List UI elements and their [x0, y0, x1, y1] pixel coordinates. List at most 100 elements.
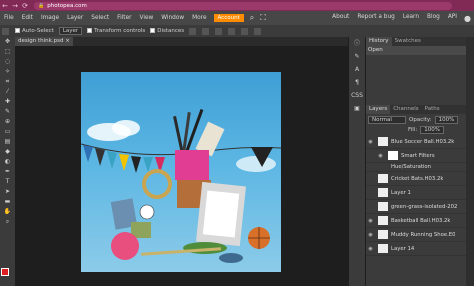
- visibility-icon[interactable]: ◉: [366, 218, 375, 224]
- blur-tool-icon[interactable]: ◆: [0, 147, 15, 157]
- menu-right-links: About Report a bug Learn Blog API ●: [328, 14, 474, 23]
- visibility-icon[interactable]: ◉: [366, 246, 375, 252]
- panel-scrollbar[interactable]: [466, 37, 474, 286]
- document-canvas[interactable]: [81, 72, 281, 272]
- paragraph-icon[interactable]: ¶: [349, 76, 365, 89]
- transform-controls-checkbox[interactable]: [87, 28, 93, 33]
- layer-thumbnail: [378, 174, 388, 183]
- eyedropper-tool-icon[interactable]: ⁄: [0, 87, 15, 97]
- reload-icon[interactable]: ⟳: [20, 2, 30, 10]
- layer-thumbnail: [378, 230, 388, 239]
- menu-image[interactable]: Image: [37, 15, 63, 21]
- eraser-tool-icon[interactable]: ▭: [0, 127, 15, 137]
- distances-option[interactable]: Distances: [150, 28, 184, 34]
- layer-name: Blue Soccer Ball.H03.2k: [391, 138, 455, 145]
- menu-file[interactable]: File: [0, 15, 18, 21]
- link-about[interactable]: About: [328, 14, 353, 23]
- gradient-tool-icon[interactable]: ▤: [0, 137, 15, 147]
- link-blog[interactable]: Blog: [423, 14, 444, 23]
- visibility-icon[interactable]: ◉: [376, 153, 385, 159]
- address-bar[interactable]: 🔒 photopea.com: [34, 1, 452, 10]
- opacity-input[interactable]: 100%: [434, 115, 459, 124]
- path-select-tool-icon[interactable]: ➤: [0, 187, 15, 197]
- shape-tool-icon[interactable]: ▬: [0, 197, 15, 207]
- url-text: photopea.com: [47, 2, 87, 9]
- brush-tool-icon[interactable]: ✎: [0, 107, 15, 117]
- lasso-tool-icon[interactable]: ◌: [0, 57, 15, 67]
- tab-channels[interactable]: Channels: [390, 105, 421, 114]
- visibility-icon[interactable]: ◉: [366, 139, 375, 145]
- menu-edit[interactable]: Edit: [18, 15, 37, 21]
- visibility-icon[interactable]: ◉: [366, 232, 375, 238]
- menu-filter[interactable]: Filter: [113, 15, 135, 21]
- link-learn[interactable]: Learn: [399, 14, 423, 23]
- magic-wand-tool-icon[interactable]: ✧: [0, 67, 15, 77]
- align-top-icon[interactable]: [228, 27, 236, 35]
- menu-more[interactable]: More: [188, 15, 210, 21]
- pen-tool-icon[interactable]: ✒: [0, 167, 15, 177]
- close-icon[interactable]: ×: [65, 38, 70, 44]
- tab-layers[interactable]: Layers: [366, 105, 391, 114]
- transform-controls-option[interactable]: Transform controls: [87, 28, 145, 34]
- cloud-shape: [236, 156, 276, 172]
- hand-tool-icon[interactable]: ✋: [0, 207, 15, 217]
- layer-row[interactable]: ◉ Smart Filters: [366, 149, 466, 163]
- document-tab[interactable]: design think.psd ×: [15, 37, 73, 46]
- align-center-icon[interactable]: [202, 27, 210, 35]
- layer-row[interactable]: Hue/Saturation: [366, 163, 466, 172]
- layer-row[interactable]: ◉ Layer 14: [366, 242, 466, 256]
- type-tool-icon[interactable]: T: [0, 177, 15, 187]
- zoom-tool-icon[interactable]: ⌕: [0, 217, 15, 227]
- fullscreen-icon[interactable]: ⛶: [260, 13, 266, 23]
- menu-layer[interactable]: Layer: [63, 15, 87, 21]
- distances-checkbox[interactable]: [150, 28, 156, 33]
- clone-tool-icon[interactable]: ⊕: [0, 117, 15, 127]
- align-right-icon[interactable]: [215, 27, 223, 35]
- history-panel-tabs: History Swatches: [366, 37, 466, 46]
- healing-tool-icon[interactable]: ✚: [0, 97, 15, 107]
- link-report-bug[interactable]: Report a bug: [353, 14, 399, 23]
- menu-select[interactable]: Select: [87, 15, 113, 21]
- opacity-label: Opacity:: [409, 116, 432, 123]
- tab-paths[interactable]: Paths: [422, 105, 443, 114]
- blend-mode-dropdown[interactable]: Normal: [368, 115, 406, 124]
- layer-row[interactable]: ◉ Blue Soccer Ball.H03.2k: [366, 135, 466, 149]
- link-api[interactable]: API: [444, 14, 461, 23]
- tab-history[interactable]: History: [366, 37, 392, 46]
- brush-settings-icon[interactable]: ✎: [349, 50, 365, 63]
- bunting-flag: [95, 148, 105, 166]
- history-panel-body: [366, 55, 466, 105]
- forward-icon[interactable]: →: [10, 2, 20, 10]
- auto-select-option[interactable]: Auto-Select: [15, 28, 54, 34]
- menu-view[interactable]: View: [136, 15, 158, 21]
- css-icon[interactable]: CSS: [349, 89, 365, 102]
- align-middle-icon[interactable]: [241, 27, 249, 35]
- crop-tool-icon[interactable]: ⌗: [0, 77, 15, 87]
- menu-window[interactable]: Window: [157, 15, 188, 21]
- fill-input[interactable]: 100%: [420, 126, 444, 134]
- layer-name: Basketball Ball.H03.2k: [391, 217, 451, 224]
- image-icon[interactable]: ▣: [349, 102, 365, 115]
- layer-row[interactable]: ◉ Basketball Ball.H03.2k: [366, 214, 466, 228]
- layer-row[interactable]: ◉ Muddy Running Shoe.E0: [366, 228, 466, 242]
- align-left-icon[interactable]: [189, 27, 197, 35]
- dodge-tool-icon[interactable]: ◐: [0, 157, 15, 167]
- layer-row[interactable]: Cricket Bats.H03.2k: [366, 172, 466, 186]
- reddit-icon[interactable]: ●: [464, 14, 471, 23]
- info-icon[interactable]: ⓘ: [349, 37, 365, 50]
- history-item[interactable]: Open: [366, 46, 466, 55]
- foreground-color-swatch[interactable]: [1, 268, 9, 276]
- auto-select-target-dropdown[interactable]: Layer: [58, 27, 83, 35]
- back-icon[interactable]: ←: [0, 2, 10, 10]
- layer-row[interactable]: green-grass-isolated-202: [366, 200, 466, 214]
- layer-row[interactable]: Layer 1: [366, 186, 466, 200]
- character-icon[interactable]: A: [349, 63, 365, 76]
- account-button[interactable]: Account: [213, 14, 244, 22]
- tab-swatches[interactable]: Swatches: [392, 37, 424, 46]
- move-tool-icon[interactable]: ✥: [0, 37, 15, 47]
- marquee-tool-icon[interactable]: ⬚: [0, 47, 15, 57]
- auto-select-checkbox[interactable]: [15, 28, 20, 33]
- layer-thumbnail: [378, 202, 388, 211]
- search-icon[interactable]: ⌕: [250, 13, 254, 23]
- align-bottom-icon[interactable]: [254, 27, 262, 35]
